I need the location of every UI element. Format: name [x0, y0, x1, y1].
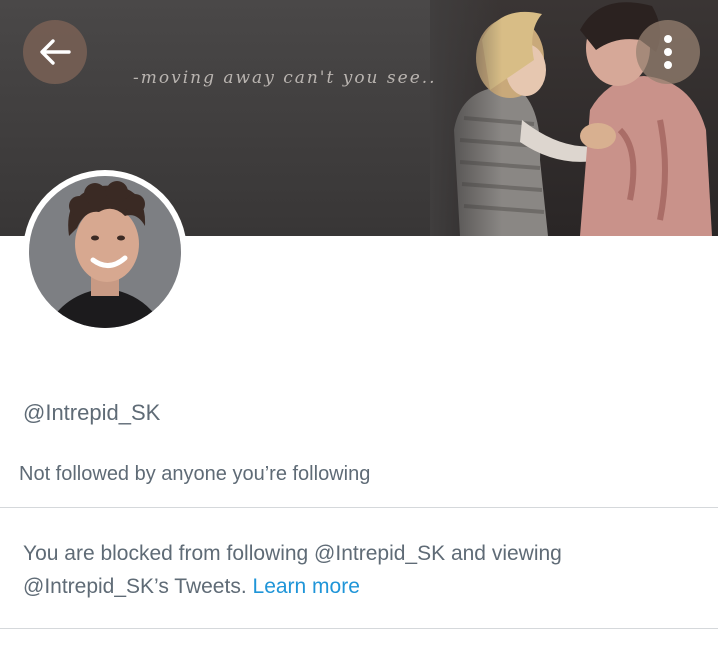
divider: [0, 628, 718, 629]
back-button[interactable]: [23, 20, 87, 84]
followers-you-know-note: Not followed by anyone you’re following: [19, 463, 371, 485]
learn-more-link[interactable]: Learn more: [253, 575, 360, 598]
profile-handle: @Intrepid_SK: [23, 400, 161, 425]
more-vertical-icon: [664, 35, 672, 69]
blocked-notice-line-1: You are blocked from following @Intrepid…: [23, 542, 562, 565]
arrow-left-icon: [40, 39, 71, 65]
profile-page: -moving away can't you see.. @Intrepid_S…: [0, 0, 718, 649]
banner-tagline: -moving away can't you see..: [133, 68, 437, 88]
divider: [0, 507, 718, 508]
blocked-notice: You are blocked from following @Intrepid…: [23, 537, 693, 603]
profile-avatar[interactable]: [23, 170, 187, 334]
blocked-notice-line-2: @Intrepid_SK’s Tweets.: [23, 575, 247, 598]
more-options-button[interactable]: [636, 20, 700, 84]
avatar-photo: [29, 176, 181, 328]
